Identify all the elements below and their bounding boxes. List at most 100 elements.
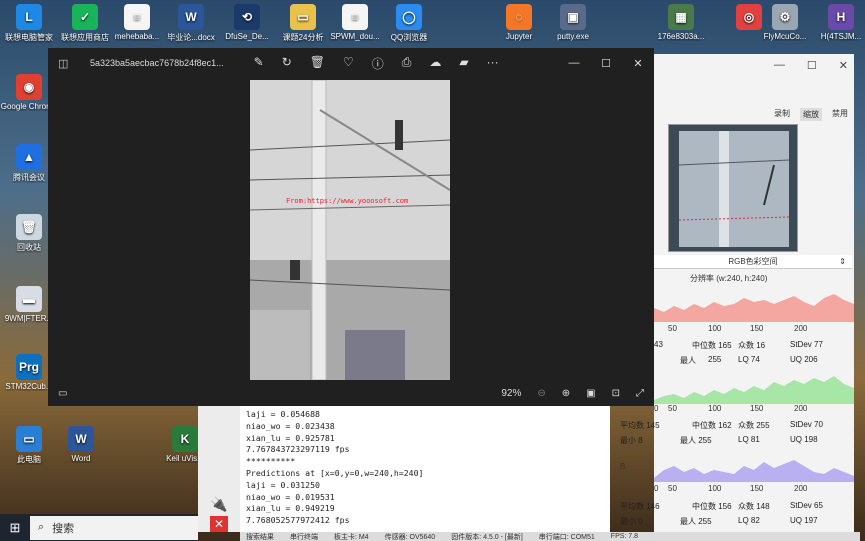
frame-preview-image (669, 125, 797, 251)
axis-tick: 200 (794, 324, 808, 333)
taskbar-search[interactable]: ⌕ 搜索 (30, 515, 198, 540)
desktop-icon-label: 联想应用商店 (61, 33, 109, 42)
close-icon[interactable]: ✕ (622, 57, 654, 70)
axis-tick: 150 (750, 404, 764, 413)
zoom-in-icon[interactable]: ⊕ (562, 388, 570, 399)
viewer-titlebar: ◫ 5a323ba5aecbac7678b24f8ec1... ✎ ↻ 🗑 ♡ ⓘ ⎙ ☁ ▰… (48, 48, 654, 78)
chevron-down-icon: ⇕ (839, 257, 846, 266)
stat-value: UQ 198 (790, 435, 818, 444)
taskbar: ⊞ ⌕ 搜索 (0, 514, 198, 541)
favorite-icon[interactable]: ♡ (343, 55, 354, 72)
stat-value: 平均数 145 (620, 421, 660, 430)
panel-tab[interactable]: 录制 (774, 108, 790, 121)
filmstrip-icon[interactable]: ▭ (58, 388, 67, 399)
desktop-icon[interactable]: ◌ Jupyter (490, 4, 548, 41)
stat-value: UQ 206 (790, 355, 818, 364)
stat-value: LQ 82 (738, 516, 760, 525)
desktop-icon-label: FlyMcuCo... (763, 32, 807, 41)
stat-value: LQ 81 (738, 435, 760, 444)
green-histogram (654, 376, 854, 404)
axis-tick: 100 (708, 324, 722, 333)
desktop-icon[interactable]: H H(4TSJM... (812, 4, 865, 41)
status-item[interactable]: 搜索结果 (246, 532, 274, 541)
axis-tick: 100 (708, 404, 722, 413)
status-item[interactable]: 串行终端 (290, 532, 318, 541)
panel-tab[interactable]: 禁用 (832, 108, 848, 121)
dfuse-icon: ⟲ (234, 4, 260, 30)
disconnect-icon[interactable]: ✕ (210, 516, 228, 532)
windows-start-icon[interactable]: ⊞ (0, 520, 30, 536)
delete-icon[interactable]: 🗑 (310, 55, 325, 72)
h-file-icon: H (828, 4, 854, 30)
desktop-icon-label: putty.exe (557, 32, 589, 41)
desktop-icon[interactable]: ⟲ DfuSe_De... (218, 4, 276, 41)
desktop-icon[interactable]: W Word (52, 426, 110, 463)
desktop-icon-label: mehebaba... (114, 32, 160, 41)
desktop-icon[interactable]: ✓ 联想应用商店 (56, 4, 114, 43)
maximize-icon[interactable]: ☐ (590, 57, 622, 70)
recycle-bin-icon: 🗑 (16, 214, 42, 240)
clipchamp-icon[interactable]: ▰ (459, 55, 468, 72)
desktop-icon[interactable]: ◯ QQ浏览器 (380, 4, 438, 43)
minimize-icon[interactable]: — (774, 59, 785, 71)
search-icon: ⌕ (38, 521, 45, 533)
word-icon: W (68, 426, 94, 452)
info-icon[interactable]: ⓘ (372, 55, 384, 72)
viewer-photo[interactable]: From:https://www.yooosoft.com (250, 80, 450, 380)
zoom-out-icon[interactable]: ⊖ (537, 388, 545, 399)
desktop-icon[interactable]: ⚙ FlyMcuCo... (756, 4, 814, 41)
stat-value: 最小 8 (620, 436, 643, 445)
close-icon[interactable]: ✕ (839, 59, 848, 72)
serial-terminal[interactable]: laji = 0.054688 niao_wo = 0.023438 xian_lu… (240, 406, 610, 532)
onedrive-icon[interactable]: ☁ (429, 55, 441, 72)
image-watermark: From:https://www.yooosoft.com (286, 197, 409, 205)
frame-buffer-preview (668, 124, 798, 252)
desktop-icon[interactable]: ▣ putty.exe (544, 4, 602, 41)
desktop-icon[interactable]: ▭ 此电脑 (0, 426, 58, 465)
status-item: 传感器: OV5640 (384, 533, 436, 541)
desktop-icon[interactable]: ▦ 176e8303a... (652, 4, 710, 41)
desktop-icon[interactable]: ≡ SPWM_dou... (326, 4, 384, 41)
stat-value: UQ 197 (790, 516, 818, 525)
console-line: 7.767843723297119 fps (246, 444, 350, 455)
jupyter-icon: ◌ (506, 4, 532, 30)
desktop-icon-label: QQ浏览器 (390, 33, 428, 42)
desktop-icon-label: H(4TSJM... (820, 32, 862, 41)
histogram-panel: — ☐ ✕ 录制 缩放 禁用 RGB色彩空间 ⇕ 分辨率 (w:240, h:240… (620, 54, 854, 532)
console-line: ********** (246, 456, 296, 467)
axis-tick: 100 (708, 484, 722, 493)
connect-icon[interactable]: 🔌 (210, 496, 227, 513)
stat-value: 最人 (680, 356, 696, 365)
console-line: laji = 0.054688 (246, 409, 320, 419)
panel-window-controls: — ☐ ✕ (654, 54, 854, 76)
stat-value: StDev 77 (790, 340, 823, 349)
word-doc-icon: W (178, 4, 204, 30)
resolution-label: 分辨率 (w:240, h:240) (690, 274, 768, 283)
maximize-icon[interactable]: ☐ (807, 59, 817, 72)
gear-icon: ⚙ (772, 4, 798, 30)
tencent-meeting-icon: ▲ (16, 144, 42, 170)
desktop-icon[interactable]: W 毕业论...docx (162, 4, 220, 43)
console-line: niao_wo = 0.019531 (246, 491, 335, 502)
edit-icon[interactable]: ✎ (254, 55, 264, 72)
desktop-icon[interactable]: ≡ mehebaba... (108, 4, 166, 41)
print-icon[interactable]: ⎙ (402, 55, 412, 72)
axis-tick: 0 (654, 484, 659, 493)
desktop-icon-label: Word (71, 454, 91, 463)
desktop-icon-label: 176e8303a... (657, 32, 705, 41)
lenovo-icon: L (16, 4, 42, 30)
desktop-icon[interactable]: L 联想电脑管家 (0, 4, 58, 43)
color-space-select[interactable]: RGB色彩空间 ⇕ (654, 255, 852, 269)
actual-size-icon[interactable]: ⊡ (612, 388, 620, 399)
panel-tab[interactable]: 缩放 (800, 108, 822, 121)
red-histogram (654, 294, 854, 322)
desktop-icon[interactable]: ▭ 课题24分析 (274, 4, 332, 43)
rotate-icon[interactable]: ↻ (282, 55, 292, 72)
fit-window-icon[interactable]: ▣ (586, 388, 595, 399)
app-store-icon: ✓ (72, 4, 98, 30)
more-icon[interactable]: ··· (487, 55, 499, 72)
stat-value: 众数 148 (738, 502, 770, 511)
fullscreen-icon[interactable]: ⤢ (636, 388, 644, 399)
minimize-icon[interactable]: — (558, 57, 590, 70)
desktop-icon-label: DfuSe_De... (225, 32, 269, 41)
